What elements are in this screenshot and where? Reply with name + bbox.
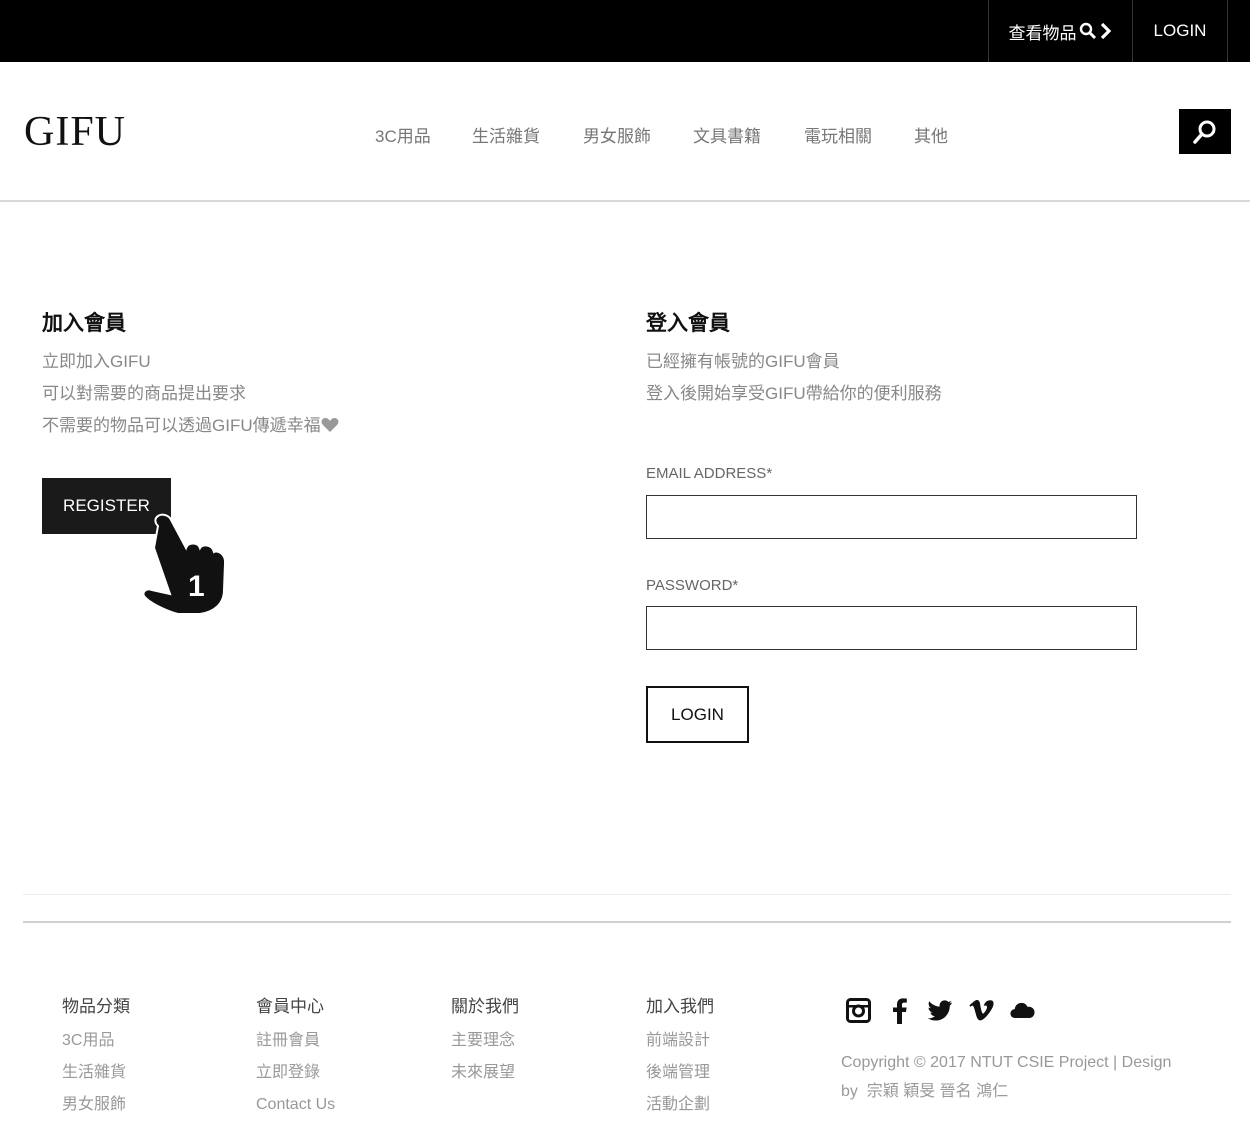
heart-icon: [321, 418, 339, 432]
email-label: EMAIL ADDRESS*: [646, 465, 773, 482]
footer-column-members: 會員中心 註冊會員 立即登錄 Contact Us: [256, 995, 335, 1121]
divider: [23, 894, 1231, 895]
pointing-hand-icon: 1: [142, 513, 227, 615]
copyright-line: by 宗穎 穎旻 晉名 鴻仁: [841, 1083, 1009, 1100]
footer-link[interactable]: 前端設計: [646, 1025, 714, 1057]
view-items-label: 查看物品: [1008, 23, 1077, 43]
register-line: 不需要的物品可以透過GIFU傳遞幸福: [42, 410, 602, 442]
footer-link[interactable]: 註冊會員: [256, 1025, 335, 1057]
email-field[interactable]: [646, 495, 1137, 539]
register-line: 立即加入GIFU: [42, 352, 151, 371]
twitter-icon[interactable]: [928, 996, 953, 1024]
nav-item-household[interactable]: 生活雜貨: [472, 122, 540, 147]
register-title: 加入會員: [42, 312, 126, 335]
footer-link[interactable]: 男女服飾: [62, 1089, 130, 1121]
top-login-link[interactable]: LOGIN: [1132, 0, 1228, 62]
footer-heading: 加入我們: [646, 997, 714, 1016]
top-login-label: LOGIN: [1153, 21, 1207, 40]
vimeo-icon[interactable]: [969, 996, 994, 1024]
footer-link[interactable]: Contact Us: [256, 1089, 335, 1121]
password-field[interactable]: [646, 606, 1137, 650]
search-icon: [1193, 120, 1216, 144]
footer-column-about: 關於我們 主要理念 未來展望: [451, 995, 519, 1089]
login-line: 登入後開始享受GIFU帶給你的便利服務: [646, 384, 942, 403]
footer-link[interactable]: 後端管理: [646, 1057, 714, 1089]
footer-heading: 物品分類: [62, 997, 130, 1016]
divider: [23, 921, 1231, 923]
social-links: [846, 996, 1051, 1024]
login-button[interactable]: LOGIN: [646, 686, 749, 743]
footer-column-join: 加入我們 前端設計 後端管理 活動企劃: [646, 995, 714, 1121]
nav-item-games[interactable]: 電玩相關: [804, 122, 872, 147]
cloud-icon[interactable]: [1010, 996, 1035, 1024]
view-items-link[interactable]: 查看物品: [988, 0, 1132, 62]
top-bar: 查看物品 LOGIN: [0, 0, 1250, 62]
footer-link[interactable]: 立即登錄: [256, 1057, 335, 1089]
nav-item-3c[interactable]: 3C用品: [375, 122, 431, 147]
instagram-icon[interactable]: [846, 996, 871, 1024]
register-section: 加入會員 立即加入GIFU 可以對需要的商品提出要求 不需要的物品可以透過GIF…: [42, 310, 602, 442]
search-button[interactable]: [1179, 109, 1231, 154]
search-icon: [1079, 22, 1096, 40]
login-line: 已經擁有帳號的GIFU會員: [646, 352, 840, 371]
site-header: GIFU 3C用品 生活雜貨 男女服飾 文具書籍 電玩相關 其他: [0, 62, 1250, 202]
login-title: 登入會員: [646, 312, 730, 335]
password-label: PASSWORD*: [646, 577, 739, 594]
nav-item-other[interactable]: 其他: [914, 122, 948, 147]
facebook-icon[interactable]: [887, 996, 912, 1024]
copyright-line: Copyright © 2017 NTUT CSIE Project | Des…: [841, 1054, 1172, 1071]
register-line-text: 不需要的物品可以透過GIFU傳遞幸福: [42, 416, 321, 435]
step-number: 1: [188, 570, 205, 603]
footer-link[interactable]: 3C用品: [62, 1025, 130, 1057]
footer-column-categories: 物品分類 3C用品 生活雜貨 男女服飾: [62, 995, 130, 1121]
footer-link[interactable]: 未來展望: [451, 1057, 519, 1089]
copyright-text: Copyright © 2017 NTUT CSIE Project | Des…: [841, 1048, 1221, 1106]
footer-heading: 會員中心: [256, 997, 324, 1016]
footer-heading: 關於我們: [451, 997, 519, 1016]
footer-link[interactable]: 生活雜貨: [62, 1057, 130, 1089]
site-logo[interactable]: GIFU: [24, 108, 126, 156]
nav-item-clothing[interactable]: 男女服飾: [583, 122, 651, 147]
footer-link[interactable]: 活動企劃: [646, 1089, 714, 1121]
chevron-right-icon: [1100, 22, 1111, 40]
footer-link[interactable]: 主要理念: [451, 1025, 519, 1057]
login-section: 登入會員 已經擁有帳號的GIFU會員 登入後開始享受GIFU帶給你的便利服務: [646, 310, 1166, 410]
register-line: 可以對需要的商品提出要求: [42, 384, 246, 403]
nav-item-stationery[interactable]: 文具書籍: [693, 122, 761, 147]
